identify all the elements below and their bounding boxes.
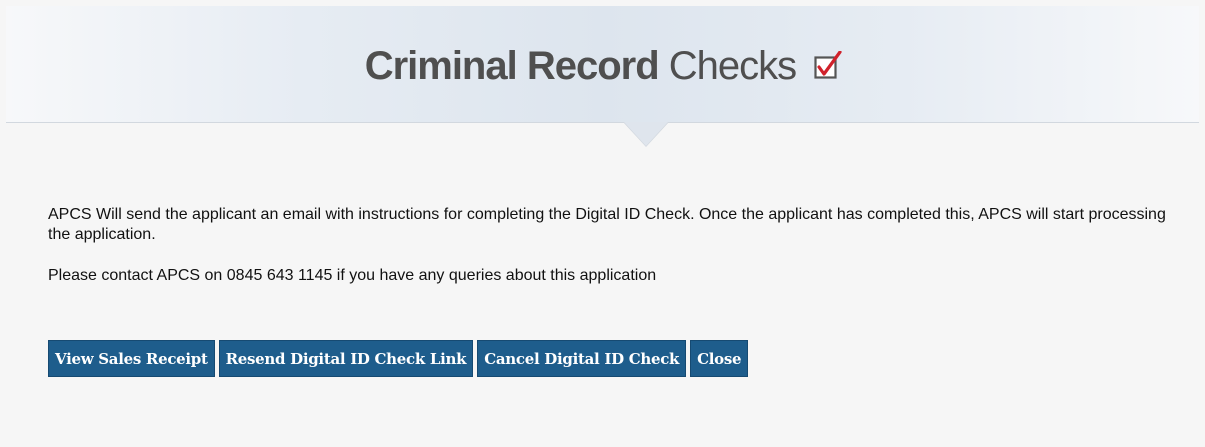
- brand-title-strong: Criminal Record: [364, 44, 660, 88]
- close-button[interactable]: Close: [690, 340, 749, 377]
- checkbox-tick-icon: [814, 48, 842, 79]
- resend-digital-id-link-button[interactable]: Resend Digital ID Check Link: [218, 340, 474, 377]
- instructions-text: APCS Will send the applicant an email wi…: [48, 206, 1166, 243]
- cancel-digital-id-check-button[interactable]: Cancel Digital ID Check: [477, 340, 687, 377]
- brand-title: Criminal Record Checks: [6, 46, 1199, 86]
- page-frame: Criminal Record Checks APCS Will send th…: [0, 0, 1205, 447]
- view-sales-receipt-button[interactable]: View Sales Receipt: [48, 340, 215, 377]
- header-banner: Criminal Record Checks: [6, 6, 1199, 123]
- brand-title-light: Checks: [668, 44, 797, 88]
- message-area: APCS Will send the applicant an email wi…: [48, 205, 1188, 286]
- header-pointer: [624, 122, 668, 146]
- contact-text: Please contact APCS on 0845 643 1145 if …: [48, 267, 657, 284]
- action-buttons: View Sales Receipt Resend Digital ID Che…: [48, 340, 749, 377]
